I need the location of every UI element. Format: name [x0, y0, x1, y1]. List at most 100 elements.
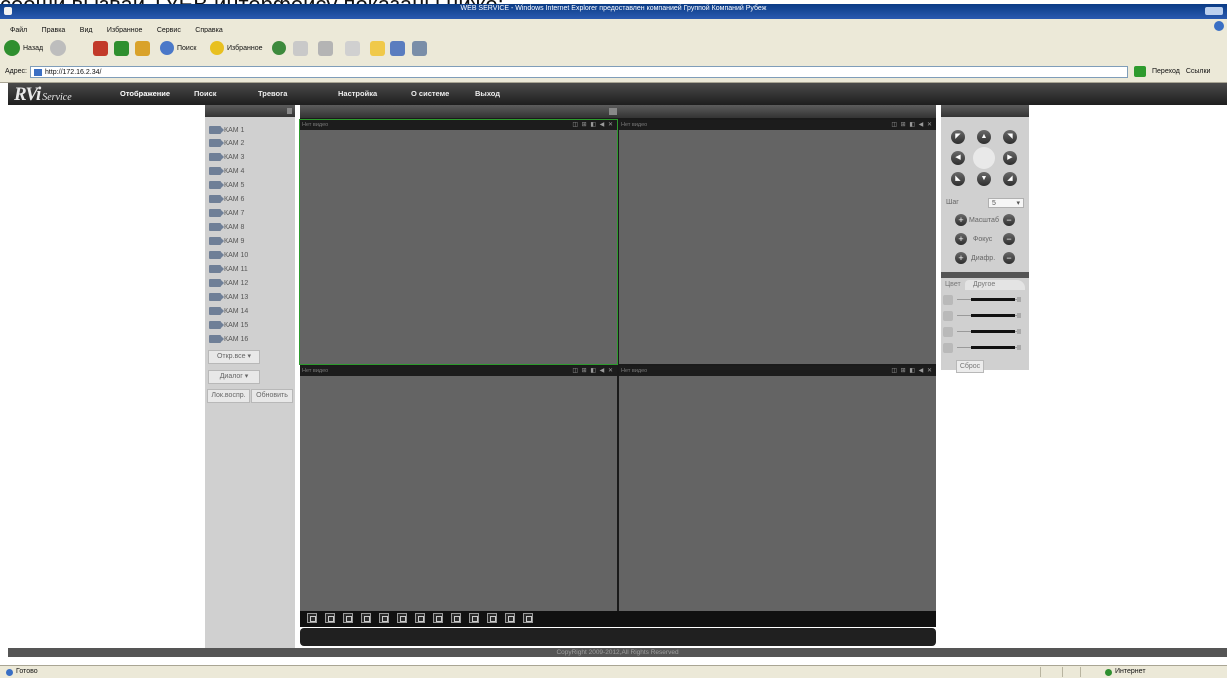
video-cell-2[interactable]: Нет видео ◫ ⊞ ◧ ◀ ✕	[619, 120, 936, 364]
forward-button[interactable]	[50, 39, 66, 57]
record-icon[interactable]	[505, 613, 515, 623]
cell-control-icons[interactable]: ◫ ⊞ ◧ ◀ ✕	[572, 366, 614, 376]
saturation-slider[interactable]	[943, 326, 1025, 338]
slider-thumb[interactable]	[1017, 329, 1021, 334]
layout-13-icon[interactable]	[451, 613, 461, 623]
camera-item[interactable]: КАМ 5	[209, 179, 244, 191]
reset-button[interactable]: Сброс	[956, 360, 984, 373]
nav-about[interactable]: О системе	[411, 83, 449, 105]
zoom-in-icon[interactable]: +	[955, 214, 967, 226]
focus-label: Фокус	[973, 236, 993, 243]
stop-button[interactable]	[93, 39, 108, 57]
next-page-icon[interactable]	[523, 613, 533, 623]
focus-in-icon[interactable]: +	[955, 233, 967, 245]
camera-item[interactable]: КАМ 16	[209, 333, 248, 345]
layout-1-icon[interactable]	[307, 613, 317, 623]
home-button[interactable]	[135, 39, 150, 57]
hue-slider[interactable]	[943, 342, 1025, 354]
camera-icon	[209, 251, 224, 259]
refresh-list-button[interactable]: Обновить	[251, 389, 293, 403]
ptz-down-icon[interactable]: ▼	[977, 172, 991, 186]
slider-thumb[interactable]	[1017, 297, 1021, 302]
go-button[interactable]: Переход	[1152, 68, 1180, 75]
ptz-up-left-icon[interactable]: ◤	[951, 130, 965, 144]
refresh-button[interactable]	[114, 39, 129, 57]
messenger-button[interactable]	[390, 39, 405, 57]
favorites-button[interactable]: Избранное	[210, 39, 262, 57]
camera-item[interactable]: КАМ 14	[209, 305, 248, 317]
video-cell-4[interactable]: Нет видео ◫ ⊞ ◧ ◀ ✕	[619, 366, 936, 611]
layout-16-icon[interactable]	[469, 613, 479, 623]
zoom-out-icon[interactable]: −	[1003, 214, 1015, 226]
ptz-left-icon[interactable]: ◀	[951, 151, 965, 165]
ptz-right-icon[interactable]: ▶	[1003, 151, 1017, 165]
iris-open-icon[interactable]: +	[955, 252, 967, 264]
open-all-select[interactable]: Откр.все ▾	[208, 350, 260, 364]
research-button[interactable]	[412, 39, 427, 57]
edit-button[interactable]	[345, 39, 360, 57]
links-button[interactable]: Ссылки	[1186, 68, 1211, 75]
local-play-button[interactable]: Лок.воспр.	[207, 389, 250, 403]
camera-item[interactable]: КАМ 8	[209, 221, 244, 233]
cell-control-icons[interactable]: ◫ ⊞ ◧ ◀ ✕	[572, 120, 614, 130]
nav-exit[interactable]: Выход	[475, 83, 500, 105]
layout-4-icon[interactable]	[325, 613, 335, 623]
slider-thumb[interactable]	[1017, 345, 1021, 350]
camera-item[interactable]: КАМ 13	[209, 291, 248, 303]
ptz-center-button[interactable]	[973, 147, 995, 169]
camera-item[interactable]: КАМ 10	[209, 249, 248, 261]
snapshot-icon[interactable]	[487, 613, 497, 623]
cell-control-icons[interactable]: ◫ ⊞ ◧ ◀ ✕	[891, 366, 933, 376]
layout-single-icon[interactable]	[361, 613, 371, 623]
nav-search[interactable]: Поиск	[194, 83, 217, 105]
camera-item[interactable]: КАМ 11	[209, 263, 248, 275]
collapse-handle-icon[interactable]	[287, 108, 292, 114]
slider-thumb[interactable]	[1017, 313, 1021, 318]
nav-display[interactable]: Отображение	[120, 83, 170, 105]
ptz-down-right-icon[interactable]: ◢	[1003, 172, 1017, 186]
camera-item[interactable]: КАМ 7	[209, 207, 244, 219]
folder-button[interactable]	[370, 39, 385, 57]
go-arrow-icon[interactable]	[1134, 66, 1146, 77]
iris-close-icon[interactable]: −	[1003, 252, 1015, 264]
camera-item[interactable]: КАМ 1	[209, 124, 244, 136]
video-cell-3[interactable]: Нет видео ◫ ⊞ ◧ ◀ ✕	[300, 366, 617, 611]
camera-item[interactable]: КАМ 15	[209, 319, 248, 331]
layout-8-icon[interactable]	[415, 613, 425, 623]
layout-grid-icon[interactable]	[379, 613, 389, 623]
fullscreen-icon[interactable]	[343, 613, 353, 623]
camera-item[interactable]: КАМ 9	[209, 235, 244, 247]
ptz-down-left-icon[interactable]: ◣	[951, 172, 965, 186]
tab-other[interactable]: Другое	[965, 280, 1025, 290]
camera-label: КАМ 12	[224, 279, 249, 287]
nav-alarm[interactable]: Тревога	[258, 83, 287, 105]
ptz-up-icon[interactable]: ▲	[977, 130, 991, 144]
camera-label: КАМ 15	[224, 321, 249, 329]
brightness-slider[interactable]	[943, 294, 1025, 306]
search-button[interactable]: Поиск	[160, 39, 196, 57]
collapse-handle-icon[interactable]	[609, 108, 617, 115]
step-select[interactable]: 5 ▾	[988, 198, 1024, 208]
back-button[interactable]: Назад	[4, 39, 43, 57]
cell-control-icons[interactable]: ◫ ⊞ ◧ ◀ ✕	[891, 120, 933, 130]
dialog-select[interactable]: Диалог ▾	[208, 370, 260, 384]
layout-6-icon[interactable]	[397, 613, 407, 623]
camera-item[interactable]: КАМ 3	[209, 151, 244, 163]
camera-item[interactable]: КАМ 4	[209, 165, 244, 177]
camera-item[interactable]: КАМ 12	[209, 277, 248, 289]
mail-button[interactable]	[293, 39, 308, 57]
nav-settings[interactable]: Настройка	[338, 83, 377, 105]
ptz-up-right-icon[interactable]: ◥	[1003, 130, 1017, 144]
video-cell-1[interactable]: Нет видео ◫ ⊞ ◧ ◀ ✕	[299, 119, 618, 365]
print-button[interactable]	[318, 39, 333, 57]
camera-icon	[209, 181, 224, 189]
history-button[interactable]	[272, 39, 286, 57]
layout-9-icon[interactable]	[433, 613, 443, 623]
address-input[interactable]: http://172.16.2.34/	[30, 66, 1128, 78]
tab-color[interactable]: Цвет	[943, 280, 967, 290]
window-controls[interactable]	[1205, 7, 1223, 15]
camera-item[interactable]: КАМ 2	[209, 137, 244, 149]
contrast-slider[interactable]	[943, 310, 1025, 322]
focus-out-icon[interactable]: −	[1003, 233, 1015, 245]
camera-item[interactable]: КАМ 6	[209, 193, 244, 205]
